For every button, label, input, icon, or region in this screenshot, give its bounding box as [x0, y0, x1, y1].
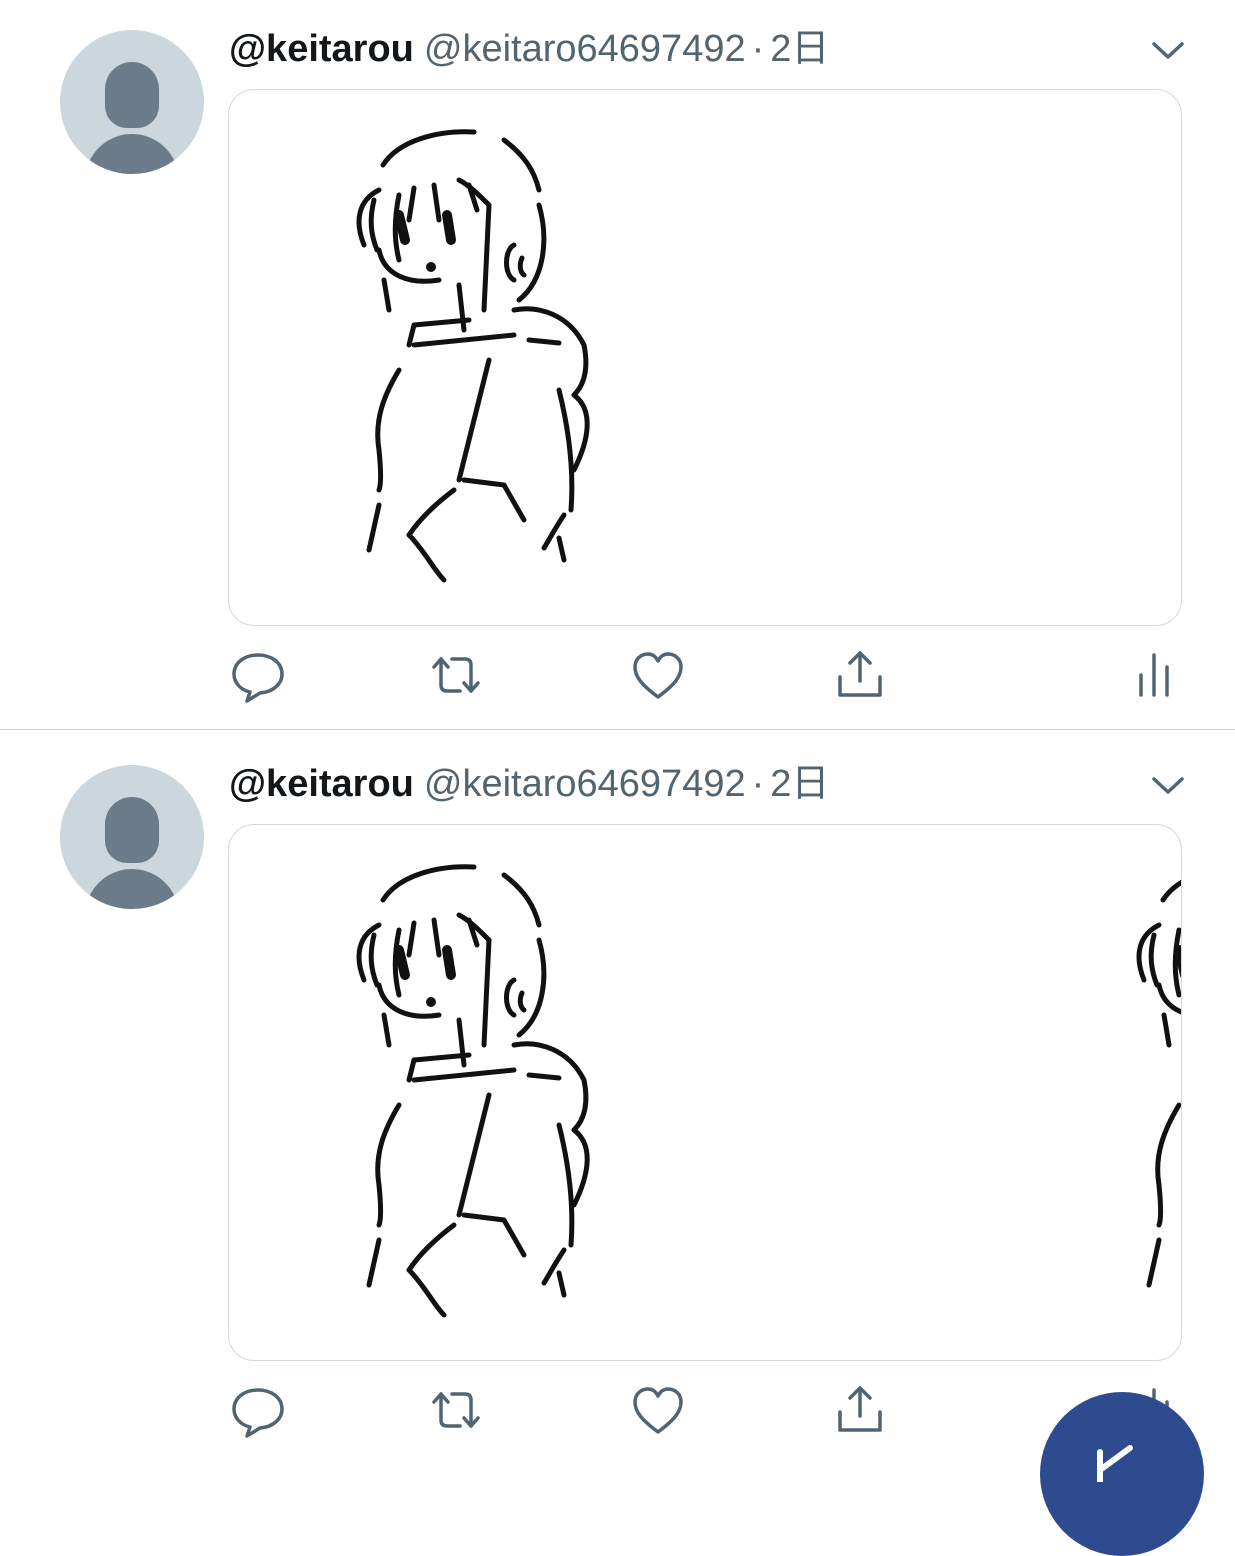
tweet-actions — [228, 1380, 1188, 1440]
reply-icon[interactable] — [228, 1380, 288, 1440]
separator: · — [751, 763, 765, 805]
display-name[interactable]: @keitarou — [229, 763, 414, 805]
tweet[interactable]: @keitarou @keitaro64697492 · 2日 — [0, 0, 1235, 730]
user-handle[interactable]: @keitaro64697492 — [424, 763, 746, 805]
avatar[interactable] — [60, 30, 204, 174]
compose-icon — [1097, 1445, 1133, 1482]
tweet[interactable]: @keitarou @keitaro64697492 · 2日 — [0, 730, 1235, 1461]
avatar-head-shape — [105, 797, 159, 863]
like-icon[interactable] — [628, 1380, 688, 1440]
retweet-icon[interactable] — [426, 645, 486, 705]
tweet-header: @keitarou @keitaro64697492 · 2日 — [229, 26, 829, 72]
avatar-shoulders-shape — [85, 134, 179, 174]
avatar[interactable] — [60, 765, 204, 909]
share-icon[interactable] — [830, 645, 890, 705]
analytics-icon[interactable] — [1124, 645, 1184, 705]
timestamp[interactable]: 2日 — [770, 28, 829, 70]
reply-icon[interactable] — [228, 645, 288, 705]
separator: · — [751, 28, 765, 70]
line-drawing-girl-image-next — [1119, 845, 1182, 1335]
line-drawing-girl-image — [339, 845, 599, 1335]
avatar-shoulders-shape — [85, 869, 179, 909]
like-icon[interactable] — [628, 645, 688, 705]
share-icon[interactable] — [830, 1380, 890, 1440]
avatar-head-shape — [105, 62, 159, 128]
chevron-down-icon[interactable] — [1148, 30, 1188, 70]
tweet-header: @keitarou @keitaro64697492 · 2日 — [229, 761, 829, 807]
retweet-icon[interactable] — [426, 1380, 486, 1440]
tweet-media-image[interactable] — [228, 89, 1182, 626]
timestamp[interactable]: 2日 — [770, 763, 829, 805]
chevron-down-icon[interactable] — [1148, 765, 1188, 805]
user-handle[interactable]: @keitaro64697492 — [424, 28, 746, 70]
display-name[interactable]: @keitarou — [229, 28, 414, 70]
tweet-media-carousel[interactable] — [228, 824, 1182, 1361]
tweet-actions — [228, 645, 1188, 705]
line-drawing-girl-image — [339, 110, 599, 600]
